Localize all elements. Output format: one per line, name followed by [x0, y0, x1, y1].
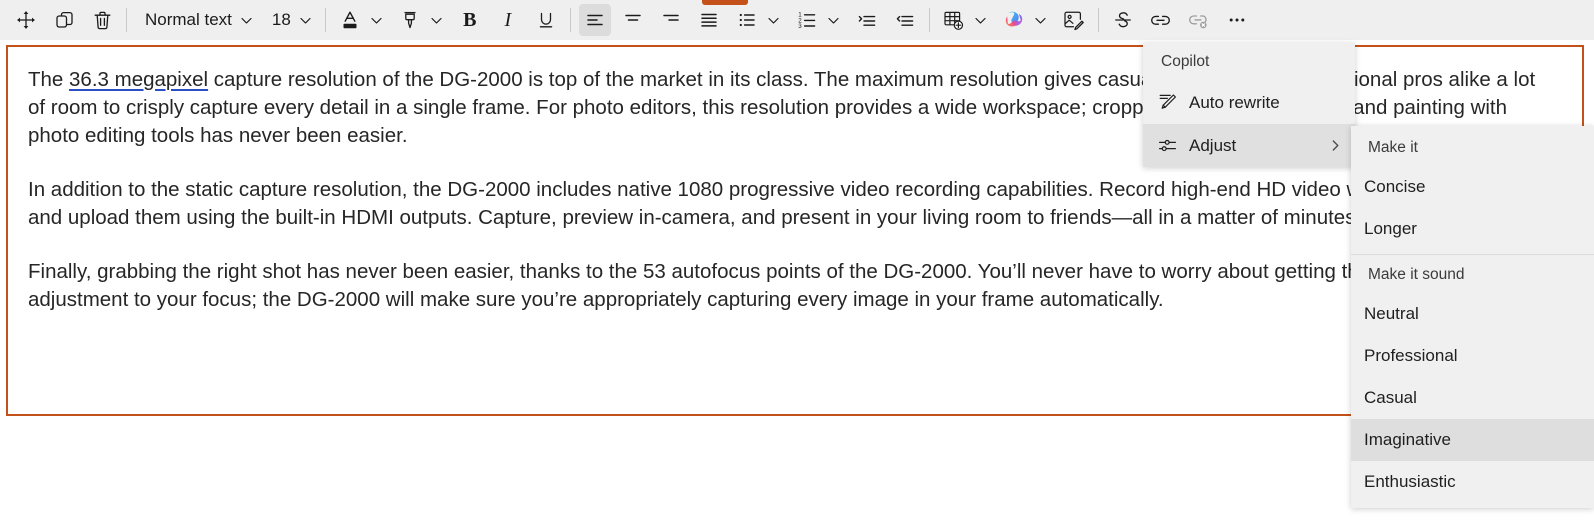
delete-icon[interactable] — [86, 4, 118, 36]
toolbar-divider — [126, 8, 127, 32]
submenu-item-casual[interactable]: Casual — [1351, 377, 1594, 419]
copilot-dropdown-menu: Copilot Auto rewrite Adjust — [1143, 43, 1355, 167]
font-color-chevron-down-icon[interactable] — [366, 4, 388, 36]
paragraph-3: Finally, grabbing the right shot has nev… — [28, 260, 1439, 311]
move-icon[interactable] — [10, 4, 42, 36]
duplicate-icon[interactable] — [48, 4, 80, 36]
italic-icon[interactable]: I — [492, 4, 524, 36]
submenu-group-header-make-it-sound: Make it sound — [1368, 266, 1465, 283]
insert-table-icon[interactable] — [938, 4, 970, 36]
font-color-icon[interactable] — [334, 4, 366, 36]
edit-image-icon[interactable] — [1058, 4, 1090, 36]
copilot-icon[interactable] — [998, 4, 1030, 36]
font-size-selector[interactable]: 18 — [264, 4, 295, 36]
increase-indent-icon[interactable] — [851, 4, 883, 36]
paragraph-style-value: Normal text — [145, 10, 232, 29]
chevron-right-icon — [1328, 138, 1343, 153]
font-size-chevron-down-icon[interactable] — [295, 4, 317, 36]
copilot-menu-header: Copilot — [1161, 53, 1210, 70]
copilot-chevron-down-icon[interactable] — [1030, 4, 1052, 36]
menu-item-auto-rewrite[interactable]: Auto rewrite — [1143, 81, 1355, 124]
align-right-icon[interactable] — [655, 4, 687, 36]
adjust-submenu: Make it Concise Longer Make it sound Neu… — [1351, 126, 1594, 508]
submenu-divider — [1351, 254, 1594, 255]
toolbar-divider — [569, 8, 571, 32]
menu-item-auto-rewrite-label: Auto rewrite — [1189, 92, 1280, 112]
submenu-item-neutral[interactable]: Neutral — [1351, 293, 1594, 335]
align-left-icon[interactable] — [578, 4, 611, 36]
submenu-item-imaginative[interactable]: Imaginative — [1351, 419, 1594, 461]
more-options-icon[interactable] — [1221, 4, 1253, 36]
submenu-item-enthusiastic[interactable]: Enthusiastic — [1351, 461, 1594, 503]
highlight-color-icon[interactable] — [394, 4, 426, 36]
active-tab-marker — [702, 0, 748, 5]
bold-icon[interactable]: B — [454, 4, 486, 36]
paragraph-2: In addition to the static capture resolu… — [28, 178, 1526, 229]
editor-screen: Normal text 18 B I 1 2 3 The 36.3 megapi… — [0, 0, 1594, 522]
paragraph-1-prefix: The — [28, 68, 70, 91]
decrease-indent-icon[interactable] — [889, 4, 921, 36]
numbered-list-chevron-down-icon[interactable] — [823, 4, 845, 36]
toolbar-divider — [324, 8, 326, 32]
insert-table-chevron-down-icon[interactable] — [970, 4, 992, 36]
bulleted-list-icon[interactable] — [731, 4, 763, 36]
paragraph-style-selector[interactable]: Normal text — [135, 4, 236, 36]
underline-icon[interactable] — [530, 4, 562, 36]
pen-rewrite-icon — [1157, 92, 1183, 113]
justify-icon[interactable] — [693, 4, 725, 36]
submenu-group-header-make-it: Make it — [1368, 139, 1418, 156]
svg-text:3: 3 — [798, 23, 802, 30]
font-size-value: 18 — [271, 10, 291, 29]
submenu-item-concise[interactable]: Concise — [1351, 166, 1594, 208]
unlink-icon[interactable] — [1183, 4, 1215, 36]
numbered-list-icon[interactable]: 1 2 3 — [791, 4, 823, 36]
paragraph-style-chevron-down-icon[interactable] — [236, 4, 258, 36]
menu-item-adjust[interactable]: Adjust — [1143, 124, 1355, 167]
link-icon[interactable] — [1145, 4, 1177, 36]
spelling-suggestion-text[interactable]: 36.3 megapixel — [69, 68, 208, 91]
submenu-item-professional[interactable]: Professional — [1351, 335, 1594, 377]
bulleted-list-chevron-down-icon[interactable] — [763, 4, 785, 36]
align-center-icon[interactable] — [617, 4, 649, 36]
strikethrough-icon[interactable] — [1107, 4, 1139, 36]
sliders-icon — [1157, 135, 1183, 156]
highlight-color-chevron-down-icon[interactable] — [426, 4, 448, 36]
menu-item-adjust-label: Adjust — [1189, 135, 1237, 155]
toolbar-divider — [928, 8, 930, 32]
formatting-toolbar: Normal text 18 B I 1 2 3 — [0, 0, 1594, 40]
submenu-item-longer[interactable]: Longer — [1351, 208, 1594, 250]
toolbar-divider — [1097, 8, 1099, 32]
